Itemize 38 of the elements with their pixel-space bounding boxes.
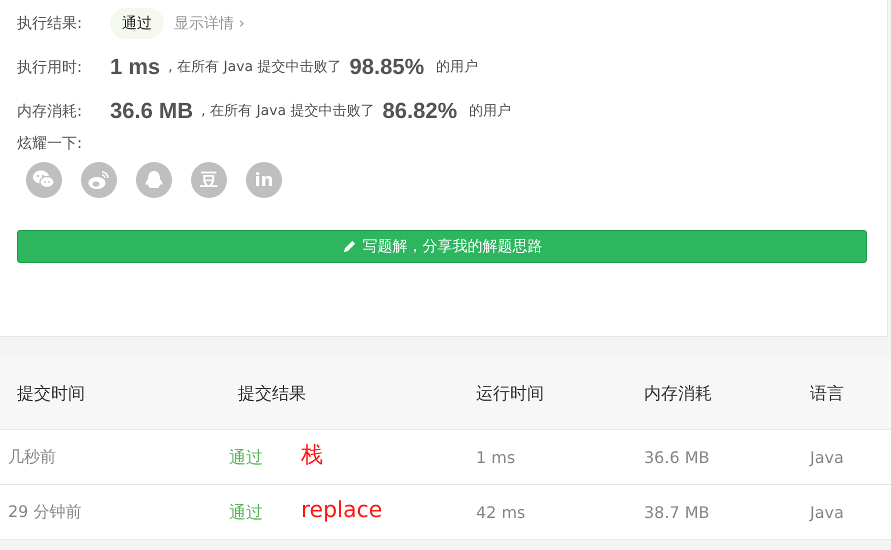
result-link[interactable]: 通过 [229, 500, 263, 524]
write-solution-button[interactable]: 写题解，分享我的解题思路 [17, 230, 867, 263]
details-link[interactable]: 显示详情 › [174, 14, 245, 32]
column-header: 提交时间 [16, 382, 86, 404]
runtime-cell-text: 1 ms [476, 448, 516, 466]
share-icon[interactable]: in [246, 162, 282, 198]
penguin-icon[interactable] [136, 162, 172, 198]
result-link[interactable]: 通过 [229, 446, 263, 468]
language-cell-text: Java [810, 448, 845, 466]
stat-value: 36.6 MB [110, 98, 194, 124]
chat-icon[interactable] [26, 162, 62, 198]
language-cell-text: Java [810, 502, 845, 522]
column-header: 内存消耗 [644, 382, 713, 404]
memory-cell-text: 38.7 MB [644, 502, 710, 522]
runtime-cell-text: 42 ms [476, 502, 526, 522]
stat-percent: 98.85% [350, 54, 424, 80]
memory-cell-text: 36.6 MB [644, 448, 710, 466]
stat-label: 内存消耗: [17, 102, 84, 120]
column-header: 运行时间 [476, 382, 545, 404]
stat-text: , 在所有 Java 提交中击败了 [168, 58, 342, 76]
column-header: 提交结果 [238, 382, 307, 404]
column-header: 语言 [810, 382, 845, 404]
result-label: 执行结果: [17, 14, 84, 32]
stat-percent: 86.82% [382, 98, 458, 124]
stat-text: 的用户 [469, 102, 512, 120]
stat-text: 的用户 [436, 58, 478, 76]
eye-swirl-icon[interactable] [81, 162, 117, 198]
share-icon[interactable]: 豆 [191, 162, 227, 198]
share-label: 炫耀一下: [17, 134, 84, 153]
stat-label: 执行用时: [17, 58, 84, 76]
annotation-text: 栈 [301, 442, 323, 470]
submit-time-cell-text: 几秒前 [7, 446, 57, 468]
pencil-icon [342, 239, 356, 254]
status-badge: 通过 [110, 8, 164, 38]
stat-value: 1 ms [110, 54, 160, 80]
stat-text: , 在所有 Java 提交中击败了 [201, 102, 375, 120]
submit-time-cell-text: 29 分钟前 [7, 502, 82, 522]
annotation-text: replace [301, 498, 382, 522]
